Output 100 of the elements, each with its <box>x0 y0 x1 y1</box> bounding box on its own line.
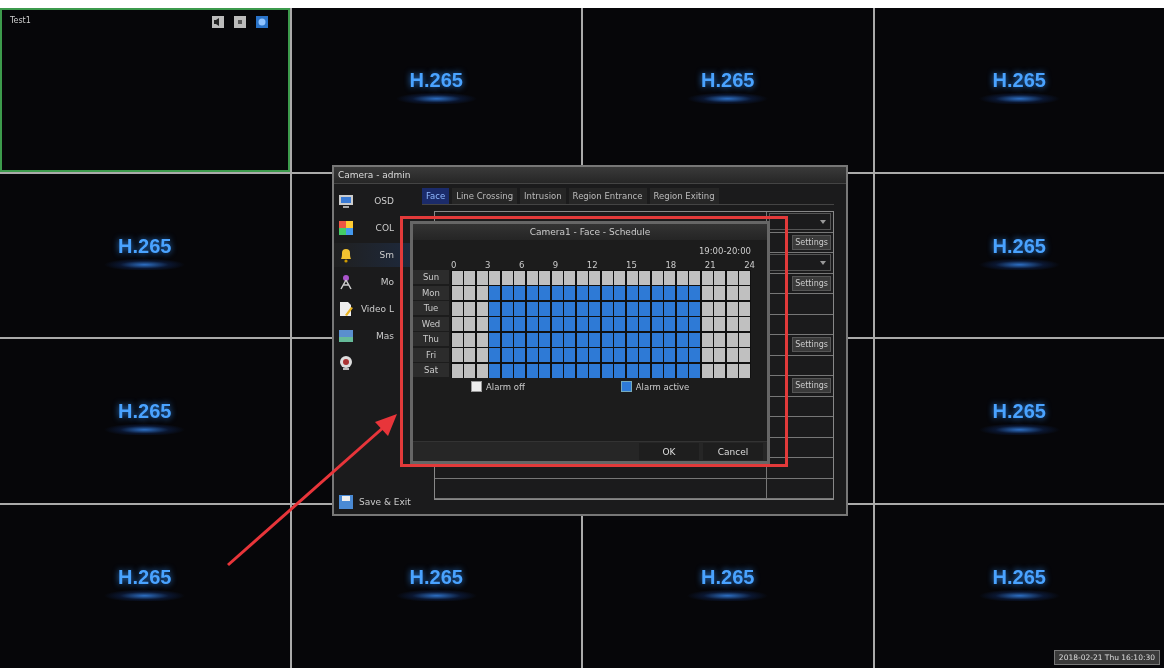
schedule-cell[interactable] <box>539 317 550 331</box>
schedule-cell[interactable] <box>676 270 688 285</box>
schedule-cell[interactable] <box>689 317 700 331</box>
schedule-cell[interactable] <box>451 286 463 300</box>
square-icon[interactable] <box>233 16 246 28</box>
schedule-cell[interactable] <box>689 286 700 300</box>
schedule-cell[interactable] <box>701 317 713 331</box>
schedule-cell[interactable] <box>614 363 625 378</box>
schedule-cell[interactable] <box>601 332 613 347</box>
schedule-cell[interactable] <box>526 286 538 300</box>
schedule-cell[interactable] <box>451 348 463 362</box>
schedule-cell[interactable] <box>539 270 550 285</box>
schedule-cell[interactable] <box>576 363 588 378</box>
schedule-cell[interactable] <box>739 348 750 362</box>
schedule-cell[interactable] <box>601 363 613 378</box>
schedule-cell[interactable] <box>614 317 625 331</box>
schedule-cell[interactable] <box>551 270 563 285</box>
schedule-cell[interactable] <box>726 286 738 300</box>
schedule-cell[interactable] <box>476 270 488 285</box>
schedule-cell[interactable] <box>514 301 525 316</box>
schedule-cell[interactable] <box>489 317 500 331</box>
schedule-cell[interactable] <box>489 270 500 285</box>
schedule-cell[interactable] <box>614 301 625 316</box>
schedule-cell[interactable] <box>701 332 713 347</box>
schedule-cell[interactable] <box>651 363 663 378</box>
schedule-cell[interactable] <box>601 317 613 331</box>
video-tile[interactable]: H.265 <box>874 8 1164 172</box>
schedule-cell[interactable] <box>564 301 575 316</box>
schedule-cell[interactable] <box>726 301 738 316</box>
schedule-cell[interactable] <box>714 270 725 285</box>
schedule-cell[interactable] <box>464 286 475 300</box>
schedule-cell[interactable] <box>451 270 463 285</box>
schedule-cell[interactable] <box>676 332 688 347</box>
schedule-cell[interactable] <box>476 301 488 316</box>
schedule-cell[interactable] <box>651 317 663 331</box>
schedule-cell[interactable] <box>626 286 638 300</box>
schedule-cell[interactable] <box>626 301 638 316</box>
schedule-cell[interactable] <box>551 317 563 331</box>
schedule-cell[interactable] <box>739 332 750 347</box>
schedule-cell[interactable] <box>476 332 488 347</box>
schedule-cell[interactable] <box>476 317 488 331</box>
schedule-cell[interactable] <box>501 332 513 347</box>
schedule-cell[interactable] <box>714 348 725 362</box>
schedule-cell[interactable] <box>689 332 700 347</box>
schedule-cell[interactable] <box>576 270 588 285</box>
settings-button[interactable]: Settings <box>792 275 831 291</box>
schedule-cell[interactable] <box>639 317 650 331</box>
schedule-cell[interactable] <box>626 363 638 378</box>
video-tile[interactable]: H.265 <box>291 8 581 172</box>
schedule-cell[interactable] <box>539 301 550 316</box>
schedule-cell[interactable] <box>701 301 713 316</box>
tab[interactable]: Intrusion <box>520 188 566 204</box>
dialog-button[interactable]: Cancel <box>703 443 763 460</box>
schedule-cell[interactable] <box>501 348 513 362</box>
schedule-cell[interactable] <box>614 332 625 347</box>
schedule-cell[interactable] <box>701 363 713 378</box>
schedule-cell[interactable] <box>739 270 750 285</box>
settings-button[interactable]: Settings <box>792 337 831 353</box>
schedule-cell[interactable] <box>576 286 588 300</box>
schedule-cell[interactable] <box>701 270 713 285</box>
schedule-cell[interactable] <box>564 348 575 362</box>
schedule-cell[interactable] <box>551 348 563 362</box>
schedule-cell[interactable] <box>726 363 738 378</box>
schedule-cell[interactable] <box>501 317 513 331</box>
dialog-button[interactable]: OK <box>639 443 699 460</box>
video-tile[interactable]: H.265 <box>874 339 1164 503</box>
schedule-cell[interactable] <box>464 332 475 347</box>
schedule-cell[interactable] <box>576 317 588 331</box>
menu-item[interactable]: OSD <box>334 189 422 213</box>
schedule-cell[interactable] <box>576 332 588 347</box>
schedule-cell[interactable] <box>739 363 750 378</box>
schedule-cell[interactable] <box>664 317 675 331</box>
schedule-cell[interactable] <box>526 363 538 378</box>
schedule-cell[interactable] <box>564 363 575 378</box>
schedule-cell[interactable] <box>726 270 738 285</box>
schedule-cell[interactable] <box>589 363 600 378</box>
schedule-cell[interactable] <box>726 317 738 331</box>
schedule-cell[interactable] <box>514 348 525 362</box>
schedule-cell[interactable] <box>576 348 588 362</box>
schedule-cell[interactable] <box>639 363 650 378</box>
schedule-cell[interactable] <box>489 301 500 316</box>
schedule-cell[interactable] <box>689 363 700 378</box>
schedule-cell[interactable] <box>739 317 750 331</box>
video-tile[interactable]: H.265 <box>291 504 581 668</box>
schedule-cell[interactable] <box>676 363 688 378</box>
schedule-cell[interactable] <box>514 270 525 285</box>
video-tile[interactable]: H.265 <box>874 173 1164 337</box>
schedule-cell[interactable] <box>589 301 600 316</box>
schedule-cell[interactable] <box>626 348 638 362</box>
schedule-cell[interactable] <box>614 270 625 285</box>
schedule-cell[interactable] <box>651 270 663 285</box>
schedule-cell[interactable] <box>639 270 650 285</box>
schedule-cell[interactable] <box>714 301 725 316</box>
schedule-cell[interactable] <box>676 317 688 331</box>
schedule-cell[interactable] <box>664 332 675 347</box>
video-tile[interactable]: H.265 <box>583 504 873 668</box>
schedule-cell[interactable] <box>576 301 588 316</box>
schedule-cell[interactable] <box>739 301 750 316</box>
schedule-cell[interactable] <box>464 363 475 378</box>
schedule-cell[interactable] <box>676 286 688 300</box>
